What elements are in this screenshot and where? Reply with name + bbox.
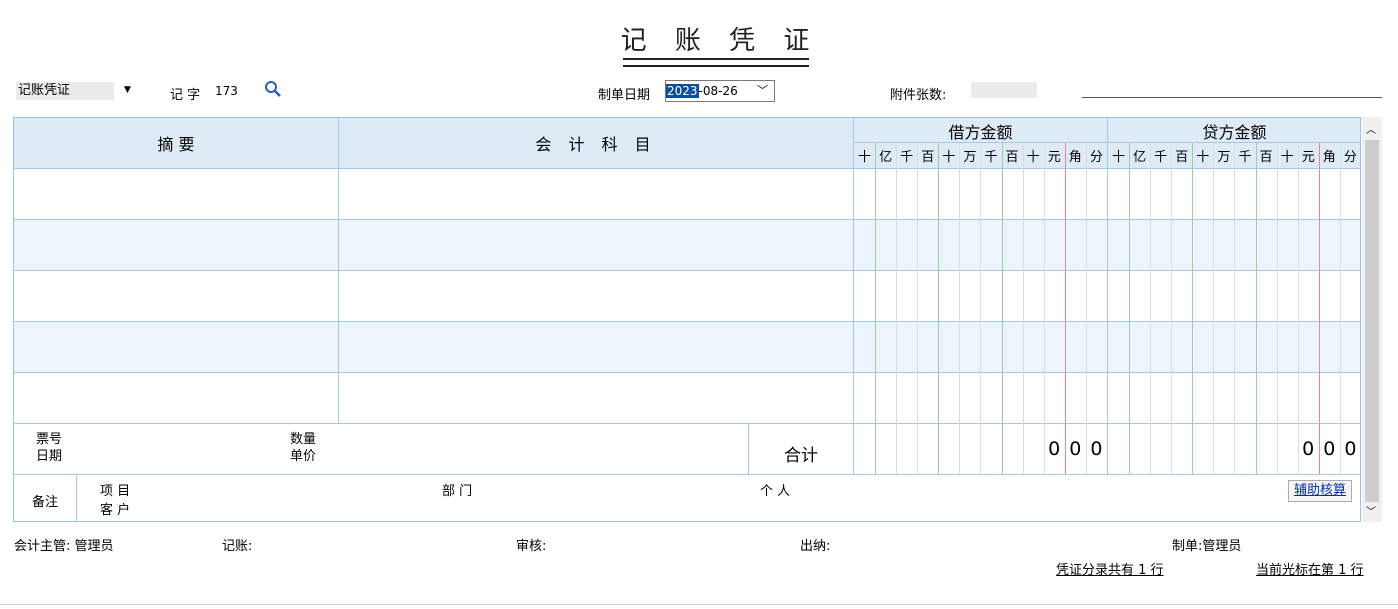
credit-total-digit: 0 <box>1323 438 1336 460</box>
date-month-day[interactable]: -08-26 <box>699 84 738 98</box>
debit-digit-header: 千 <box>984 150 998 165</box>
date-picker[interactable]: 2023-08-26 ﹀ <box>665 80 775 102</box>
project-label: 项 目 <box>100 484 131 499</box>
date-label: 制单日期 <box>598 88 651 103</box>
credit-digit-header: 亿 <box>1133 150 1147 165</box>
date-year[interactable]: 2023 <box>666 84 699 98</box>
debit-header: 借方金额 <box>948 123 1013 142</box>
cursor-row-status: 当前光标在第 1 行 <box>1256 563 1364 578</box>
date-info-label: 日期 <box>36 449 63 464</box>
debit-total-digit: 0 <box>1069 438 1082 460</box>
credit-digit-header: 千 <box>1238 150 1252 165</box>
credit-digit-header: 十 <box>1196 150 1210 165</box>
credit-total-digit: 0 <box>1344 438 1357 460</box>
remark-label: 备注 <box>32 495 59 510</box>
credit-digit-header: 分 <box>1343 150 1357 165</box>
scroll-up-icon[interactable]: ︿ <box>1366 121 1376 136</box>
debit-digit-header: 十 <box>857 150 871 165</box>
customer-label: 客 户 <box>100 503 131 518</box>
total-label: 合计 <box>784 446 818 466</box>
debit-digit-header: 十 <box>942 150 956 165</box>
summary-cell-1[interactable] <box>14 169 338 219</box>
account-cell-1[interactable] <box>339 169 853 219</box>
person-label: 个 人 <box>760 484 791 499</box>
credit-digit-header: 十 <box>1280 150 1294 165</box>
scroll-down-icon[interactable]: ﹀ <box>1366 503 1376 518</box>
separator-line <box>1082 97 1382 98</box>
debit-digit-header: 亿 <box>879 150 893 165</box>
entry-count-status: 凭证分录共有 1 行 <box>1056 563 1164 578</box>
credit-digit-header: 元 <box>1301 150 1315 165</box>
chief-accountant: 会计主管: 管理员 <box>14 539 114 554</box>
voucher-grid: 摘 要 会 计 科 目 借方金额 贷方金额 十亿千百十万千百十元角分十亿千百十万… <box>13 117 1361 522</box>
debit-digit-header: 千 <box>900 150 914 165</box>
attachments-input[interactable] <box>971 82 1037 98</box>
voucher-type-select[interactable]: 记账凭证 <box>16 82 114 100</box>
credit-digit-header: 角 <box>1322 150 1336 165</box>
search-icon[interactable] <box>264 80 282 102</box>
debit-digit-header: 百 <box>1005 150 1019 165</box>
credit-digit-header: 十 <box>1111 150 1125 165</box>
debit-digit-header: 十 <box>1026 150 1040 165</box>
debit-digit-header: 百 <box>921 150 935 165</box>
credit-total-digit: 0 <box>1302 438 1315 460</box>
col-account-header: 会 计 科 目 <box>535 135 657 154</box>
voucher-type-value: 记账凭证 <box>18 83 71 98</box>
debit-digit-header: 分 <box>1089 150 1103 165</box>
chevron-down-icon[interactable]: ▼ <box>124 85 131 95</box>
bottom-divider <box>0 604 1398 605</box>
unit-price-label: 单价 <box>290 449 317 464</box>
title-double-underline <box>623 58 809 67</box>
cashier-label: 出纳: <box>800 539 831 554</box>
credit-digit-header: 万 <box>1217 150 1231 165</box>
chevron-down-icon[interactable]: ﹀ <box>757 81 768 101</box>
credit-digit-header: 百 <box>1175 150 1189 165</box>
col-summary-header: 摘 要 <box>157 135 195 154</box>
debit-digit-header: 角 <box>1068 150 1082 165</box>
voucher-word-label: 记 字 <box>170 88 201 103</box>
auditor-label: 审核: <box>516 539 547 554</box>
aux-accounting-button[interactable]: 辅助核算 <box>1288 480 1352 502</box>
voucher-title: 记 账 凭 证 <box>620 26 820 56</box>
attachments-label: 附件张数: <box>890 88 947 103</box>
debit-digit-header: 万 <box>963 150 977 165</box>
debit-total-digit: 0 <box>1048 438 1061 460</box>
bookkeeper-label: 记账: <box>222 539 253 554</box>
voucher-number[interactable]: 173 <box>215 84 238 98</box>
debit-digit-header: 元 <box>1047 150 1061 165</box>
department-label: 部 门 <box>442 484 473 499</box>
credit-digit-header: 千 <box>1154 150 1168 165</box>
maker-label: 制单:管理员 <box>1172 539 1242 554</box>
credit-digit-header: 百 <box>1259 150 1273 165</box>
scrollbar-thumb[interactable] <box>1365 140 1379 502</box>
credit-header: 贷方金额 <box>1202 123 1267 142</box>
debit-total-digit: 0 <box>1090 438 1103 460</box>
